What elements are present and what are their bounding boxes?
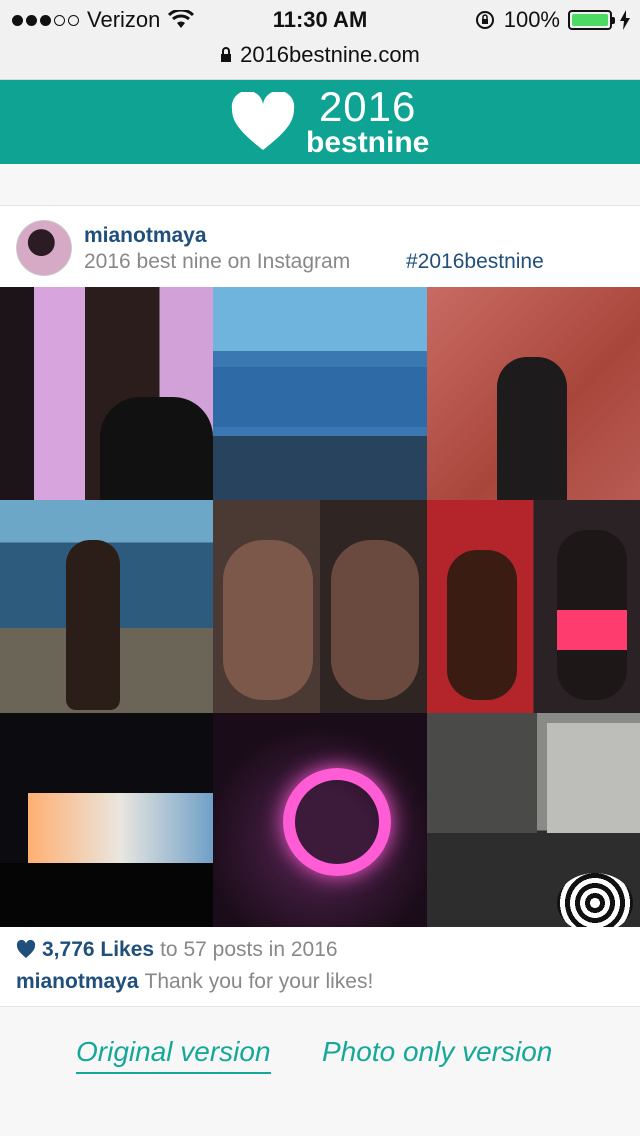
lock-icon [221,47,232,62]
post-subtitle: 2016 best nine on Instagram [84,250,351,273]
rotation-lock-icon [475,11,494,29]
battery-percent: 100% [503,7,560,32]
likes-summary: 3,776 Likes to 57 posts in 2016 [16,938,338,962]
avatar[interactable] [16,220,72,276]
status-right: 100% [474,7,630,33]
grid-photo[interactable] [427,713,640,927]
grid-photo[interactable] [213,287,427,500]
url-text[interactable]: 2016bestnine.com [240,42,420,68]
post-card: mianotmaya 2016 best nine on Instagram #… [0,205,640,1007]
grid-photo[interactable] [213,500,427,713]
battery-icon [568,10,615,30]
original-version-link[interactable]: Original version [76,1036,271,1074]
status-bar: Verizon 11:30 AM 100% [0,0,640,40]
caption-text: Thank you for your likes! [144,970,374,993]
hashtag-link[interactable]: #2016bestnine [406,250,544,274]
grid-photo[interactable] [427,287,640,500]
caption: mianotmaya Thank you for your likes! [16,970,373,994]
heart-icon [16,940,36,958]
username[interactable]: mianotmaya [84,224,207,248]
grid-photo[interactable] [213,713,427,927]
grid-photo[interactable] [0,500,213,713]
posts-count: to 57 posts in 2016 [160,938,338,961]
charging-icon [620,10,630,30]
caption-username[interactable]: mianotmaya [16,970,139,993]
grid-photo[interactable] [0,287,213,500]
likes-count: 3,776 Likes [42,938,155,961]
photo-only-version-link[interactable]: Photo only version [322,1036,552,1068]
version-links: Original version Photo only version [0,1036,640,1086]
grid-photo[interactable] [427,500,640,713]
grid-photo[interactable] [0,713,213,927]
url-bar[interactable]: 2016bestnine.com [0,40,640,80]
brand-logo: 2016 bestnine [230,86,429,158]
heart-icon [231,92,295,150]
photo-grid [0,287,640,927]
brand-header: 2016 bestnine [0,80,640,164]
brand-year: 2016 [318,83,417,130]
brand-word: bestnine [306,126,430,159]
